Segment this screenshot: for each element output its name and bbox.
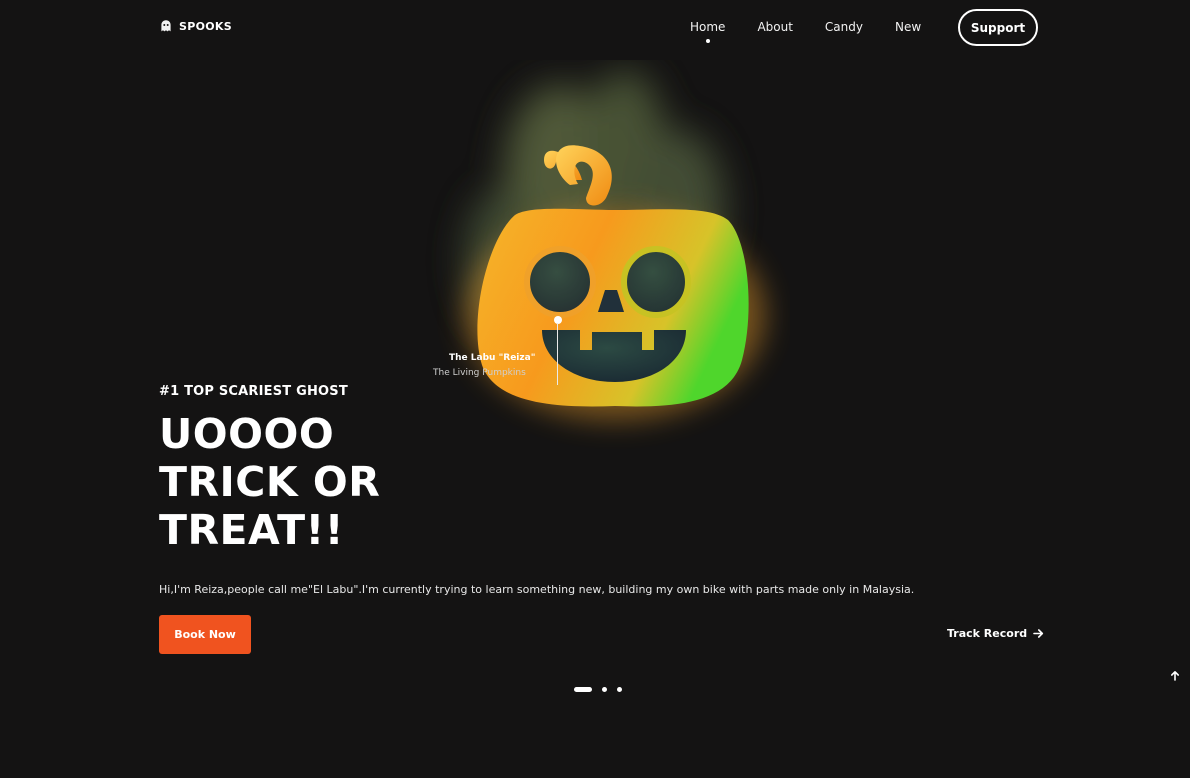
pumpkin-illustration: [465, 70, 765, 420]
brand-name: SPOOKS: [179, 19, 232, 33]
track-record-label: Track Record: [947, 627, 1028, 640]
callout-line: [557, 323, 558, 385]
pumpkin-eye-right: [621, 246, 691, 318]
ghost-icon: [161, 20, 171, 32]
arrow-right-icon: [1033, 629, 1044, 638]
carousel-dots: [574, 687, 622, 692]
arrow-up-icon[interactable]: [1168, 669, 1182, 683]
carousel-dot-3[interactable]: [617, 687, 622, 692]
callout-name: The Labu "Reiza": [449, 353, 536, 363]
main-nav: Home About Candy New: [690, 20, 953, 43]
hero-intro: Hi,I'm Reiza,people call me"El Labu".I'm…: [159, 583, 915, 596]
nav-item-new[interactable]: New: [895, 20, 921, 34]
hero-eyebrow: #1 TOP SCARIEST GHOST: [159, 384, 348, 399]
nav-item-about[interactable]: About: [757, 20, 792, 34]
hero-headline: UOOOO TRICK OR TREAT!!: [159, 410, 380, 554]
brand-logo[interactable]: SPOOKS: [159, 19, 232, 33]
landing-page: SPOOKS Home About Candy New Support The …: [0, 0, 1190, 778]
callout-dot[interactable]: [554, 316, 562, 324]
callout-subtitle: The Living Pumpkins: [433, 368, 526, 378]
headline-line-3: TREAT!!: [159, 506, 344, 554]
pumpkin-eye-left: [524, 246, 596, 318]
track-record-link[interactable]: Track Record: [947, 627, 1044, 640]
nav-item-home[interactable]: Home: [690, 20, 725, 43]
carousel-dot-1[interactable]: [574, 687, 592, 692]
headline-line-1: UOOOO: [159, 410, 335, 458]
support-button[interactable]: Support: [958, 9, 1038, 46]
nav-item-candy[interactable]: Candy: [825, 20, 863, 34]
carousel-dot-2[interactable]: [602, 687, 607, 692]
book-now-button[interactable]: Book Now: [159, 615, 251, 654]
headline-line-2: TRICK OR: [159, 458, 381, 506]
